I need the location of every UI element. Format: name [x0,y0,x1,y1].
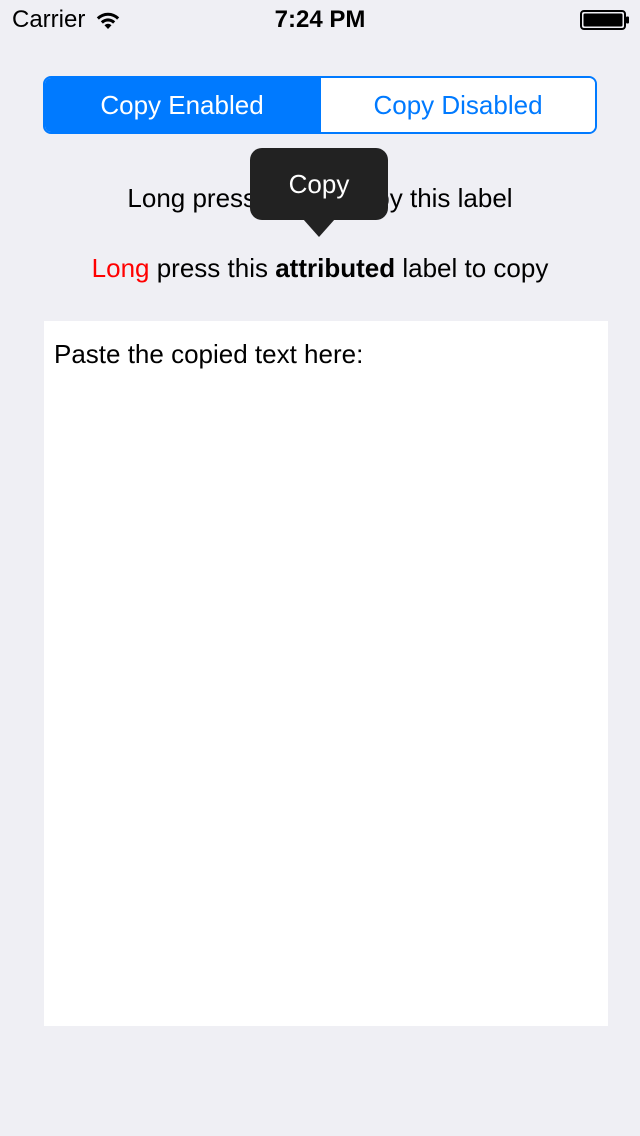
copyable-label-text-start: Long press [127,183,264,213]
attributed-copyable-label[interactable]: Long press this attributed label to copy [0,248,640,288]
paste-text-view[interactable]: Paste the copied text here: [44,321,608,1026]
segment-copy-disabled[interactable]: Copy Disabled [319,78,595,132]
segment-copy-enabled[interactable]: Copy Enabled [45,78,319,132]
copy-menu-arrow [303,219,335,237]
paste-text-content: Paste the copied text here: [54,339,364,369]
attributed-text-end: label to copy [395,253,549,283]
status-bar: Carrier 7:24 PM [0,0,640,40]
copy-menu-button[interactable]: Copy [250,148,388,220]
copy-mode-segmented-control[interactable]: Copy Enabled Copy Disabled [43,76,597,134]
battery-full-icon [580,10,630,30]
attributed-text-part: press this [149,253,276,283]
attributed-red-word: Long [91,253,150,283]
attributed-bold-word: attributed [275,253,396,283]
copyable-label-text-end: py this label [375,183,513,213]
status-time: 7:24 PM [274,6,366,33]
